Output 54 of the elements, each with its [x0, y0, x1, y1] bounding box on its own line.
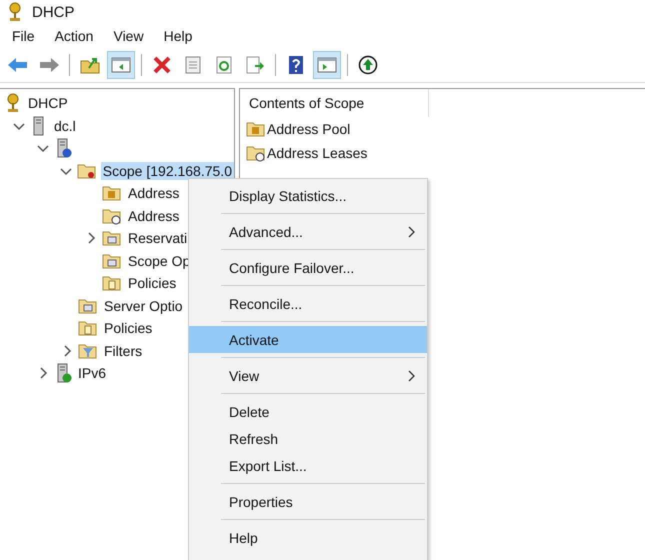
menu-item[interactable]: Advanced...: [189, 218, 427, 245]
list-item[interactable]: Address Pool: [267, 121, 350, 137]
tree-item[interactable]: Address: [126, 184, 182, 202]
menu-item[interactable]: Refresh: [189, 425, 427, 452]
menu-item[interactable]: Action: [54, 28, 94, 44]
menu-item[interactable]: View: [189, 362, 427, 389]
window-title: DHCP: [32, 4, 75, 20]
window-pane-icon: [111, 56, 131, 74]
pool-folder-icon: [102, 184, 122, 202]
pool-folder-icon: [246, 120, 266, 138]
help-icon: [287, 55, 305, 75]
refresh-icon: [215, 56, 233, 74]
pane-button[interactable]: [313, 51, 341, 79]
reservations-folder-icon: [102, 229, 122, 248]
list-item[interactable]: Address Leases: [267, 145, 368, 161]
tree-item[interactable]: Policies: [102, 319, 154, 338]
export-icon: [245, 56, 265, 74]
tree-item[interactable]: Server Optio: [102, 296, 185, 315]
document-icon: [184, 56, 202, 74]
menu-item[interactable]: Delete: [189, 398, 427, 425]
menu-item[interactable]: View: [113, 28, 144, 44]
policies-folder-icon: [102, 274, 122, 292]
policies-folder-icon: [78, 319, 98, 338]
delete-icon: [152, 56, 172, 74]
menu-item[interactable]: Export List...: [189, 452, 427, 479]
options-folder-icon: [78, 296, 98, 315]
column-header[interactable]: Contents of Scope: [240, 95, 364, 111]
menu-item[interactable]: File: [12, 28, 35, 44]
tree-item[interactable]: Scope [192.168.75.0: [100, 162, 234, 180]
tree-item[interactable]: Reservati: [126, 229, 190, 248]
options-folder-icon: [102, 252, 122, 270]
right-arrow-icon: [38, 56, 60, 74]
menu-item[interactable]: Reconcile...: [189, 290, 427, 317]
menu-item[interactable]: Help: [189, 524, 427, 551]
tree-item[interactable]: IPv6: [76, 364, 108, 382]
tree-item[interactable]: Policies: [126, 274, 178, 292]
folder-arrow-icon: [80, 56, 100, 74]
tree-item[interactable]: dc.l: [52, 116, 78, 135]
filter-folder-icon: [78, 342, 98, 360]
menu-item[interactable]: Configure Failover...: [189, 254, 427, 281]
menu-item[interactable]: Display Statistics...: [189, 182, 427, 209]
window-pane-icon: [317, 56, 337, 74]
menu-item[interactable]: Properties: [189, 488, 427, 515]
tree-button[interactable]: [107, 51, 135, 79]
leases-folder-icon: [102, 206, 122, 225]
menu-item[interactable]: Activate: [189, 326, 427, 353]
tree-item[interactable]: Filters: [102, 342, 144, 360]
tree-item[interactable]: Address: [126, 206, 182, 225]
left-arrow-icon: [7, 56, 29, 74]
menu-item[interactable]: Help: [164, 28, 192, 44]
tree-item[interactable]: DHCP: [26, 94, 70, 112]
up-arrow-circle-icon: [358, 55, 378, 75]
scope-folder-icon: [76, 162, 97, 180]
leases-folder-icon: [246, 144, 266, 162]
